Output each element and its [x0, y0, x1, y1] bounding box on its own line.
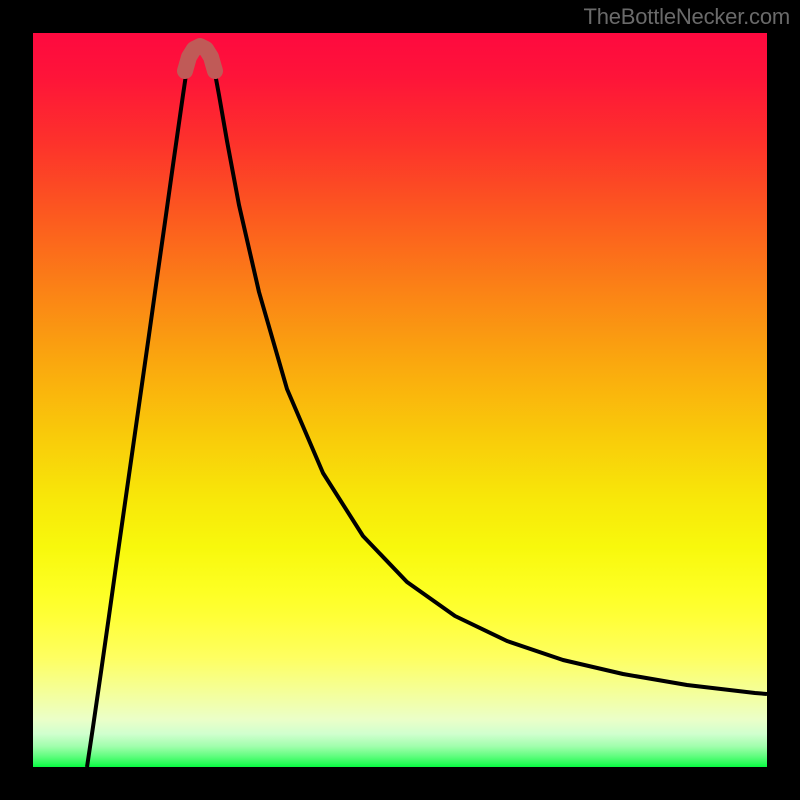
chart-outer-frame: TheBottleNecker.com — [0, 0, 800, 800]
chart-plot-area — [33, 33, 767, 767]
chart-background — [33, 33, 767, 767]
chart-svg — [33, 33, 767, 767]
credit-text: TheBottleNecker.com — [583, 4, 790, 30]
